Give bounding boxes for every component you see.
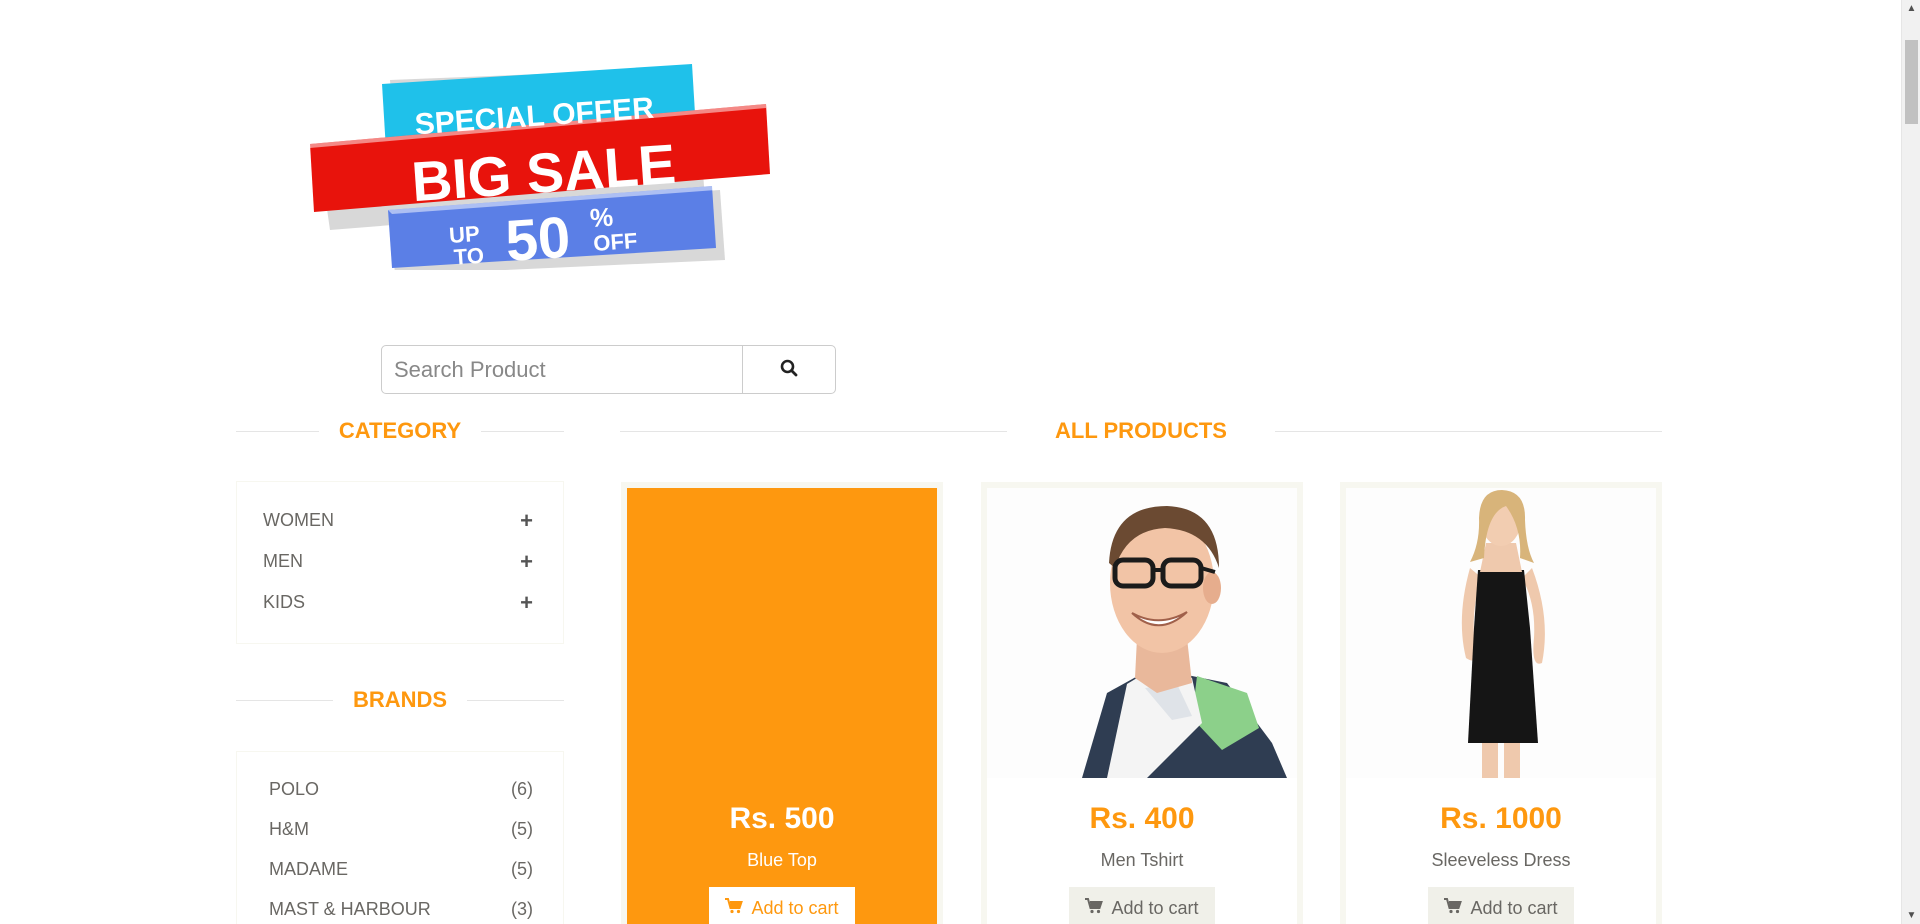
scroll-up-arrow-icon[interactable]: ▲ [1902, 0, 1920, 17]
add-to-cart-button[interactable]: Add to cart [1428, 887, 1574, 924]
product-image [627, 488, 937, 778]
banner-to: TO [453, 243, 485, 270]
product-name: Sleeveless Dress [1431, 850, 1571, 870]
brand-item-hm[interactable]: H&M (5) [237, 809, 563, 849]
banner-off: OFF [592, 228, 638, 256]
product-image [987, 488, 1297, 778]
all-products-heading: ALL PRODUCTS [620, 418, 1662, 444]
add-to-cart-label: Add to cart [751, 897, 839, 918]
cart-icon [1444, 897, 1463, 919]
category-panel: WOMEN + MEN + KIDS + [236, 481, 564, 644]
brand-item-madame[interactable]: MADAME (5) [237, 849, 563, 889]
plus-icon[interactable]: + [520, 508, 533, 534]
category-item-kids[interactable]: KIDS + [237, 582, 563, 623]
category-heading: CATEGORY [236, 418, 565, 444]
product-price: Rs. 400 [1089, 802, 1195, 835]
brand-count: (5) [511, 818, 533, 839]
sale-banner: SPECIAL OFFER BIG SALE UP TO 50 % OFF [300, 40, 800, 275]
plus-icon[interactable]: + [520, 549, 533, 575]
brand-count: (6) [511, 778, 533, 799]
product-name: Men Tshirt [1100, 850, 1184, 870]
plus-icon[interactable]: + [520, 590, 533, 616]
product-image [1346, 488, 1656, 778]
divider [620, 430, 1008, 432]
product-price: Rs. 1000 [1440, 802, 1562, 835]
category-label: KIDS [263, 592, 306, 612]
category-item-men[interactable]: MEN + [237, 541, 563, 582]
brand-label: POLO [269, 778, 320, 799]
add-to-cart-label: Add to cart [1470, 897, 1558, 918]
product-card-blue-top[interactable]: Rs. 500 Blue Top Add to cart [621, 482, 943, 924]
brand-label: MADAME [269, 858, 349, 879]
divider [481, 430, 565, 432]
all-products-title: ALL PRODUCTS [1055, 418, 1227, 443]
cart-icon [1085, 897, 1104, 919]
brand-label: MAST & HARBOUR [269, 898, 431, 919]
brand-count: (3) [511, 898, 533, 919]
product-name: Blue Top [747, 850, 817, 870]
search-bar [381, 345, 836, 394]
scroll-down-arrow-icon[interactable]: ▼ [1902, 907, 1920, 924]
category-title: CATEGORY [338, 418, 462, 443]
product-price: Rs. 500 [729, 802, 835, 835]
search-button[interactable] [742, 345, 836, 394]
add-to-cart-label: Add to cart [1111, 897, 1199, 918]
banner-percent: 50 [503, 205, 572, 270]
add-to-cart-button[interactable]: Add to cart [709, 887, 855, 924]
product-card-sleeveless-dress[interactable]: Rs. 1000 Sleeveless Dress Add to cart [1340, 482, 1662, 924]
sale-banner-graphic: SPECIAL OFFER BIG SALE UP TO 50 % OFF [310, 64, 770, 275]
divider [467, 699, 564, 701]
search-input[interactable] [381, 345, 743, 394]
category-label: WOMEN [263, 510, 334, 530]
add-to-cart-button[interactable]: Add to cart [1069, 887, 1215, 924]
brand-item-mast-harbour[interactable]: MAST & HARBOUR (3) [237, 889, 563, 924]
scrollbar-thumb[interactable] [1905, 40, 1918, 124]
brands-panel: POLO (6) H&M (5) MADAME (5) MAST & HARBO… [236, 751, 564, 924]
brands-heading: BRANDS [236, 687, 564, 713]
category-label: MEN [263, 551, 303, 571]
brand-item-polo[interactable]: POLO (6) [237, 769, 563, 809]
brand-count: (5) [511, 858, 533, 879]
divider [1274, 430, 1662, 432]
banner-pct-sign: % [589, 202, 614, 234]
cart-icon [725, 897, 744, 919]
search-icon [780, 359, 798, 380]
category-item-women[interactable]: WOMEN + [237, 500, 563, 541]
page-scrollbar[interactable]: ▲ ▼ [1901, 0, 1920, 924]
brand-label: H&M [269, 818, 309, 839]
brands-title: BRANDS [352, 687, 448, 712]
divider [236, 430, 319, 432]
divider [236, 699, 333, 701]
product-card-men-tshirt[interactable]: Rs. 400 Men Tshirt Add to cart [981, 482, 1303, 924]
